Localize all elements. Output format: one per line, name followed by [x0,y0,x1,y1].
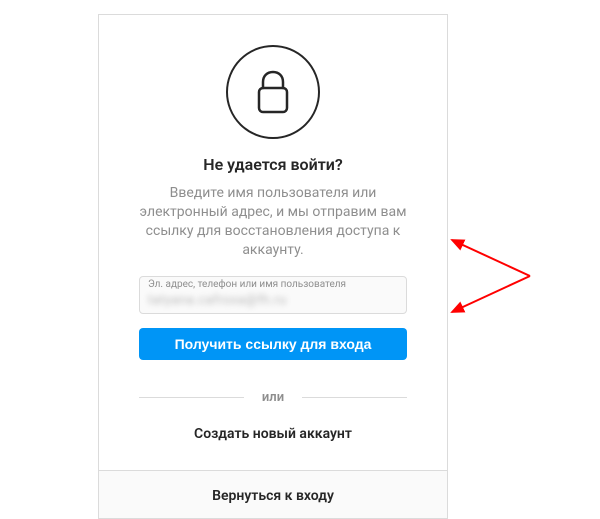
trouble-logging-in-heading: Не удается войти? [139,155,407,174]
instructions-text: Введите имя пользователя или электронный… [139,184,407,260]
create-account-link[interactable]: Создать новый аккаунт [194,426,352,442]
back-to-login-link[interactable]: Вернуться к входу [212,488,334,504]
send-login-link-button[interactable]: Получить ссылку для входа [139,328,407,360]
main-card: Не удается войти? Введите имя пользовате… [98,14,448,471]
lock-icon [226,45,320,139]
lock-icon-wrapper [139,45,407,139]
divider-text: или [244,390,302,405]
lock-svg [253,68,293,116]
divider: или [139,390,407,405]
divider-line-left [139,397,244,398]
login-help-container: Не удается войти? Введите имя пользовате… [98,14,448,519]
divider-line-right [302,397,407,398]
back-card: Вернуться к входу [98,471,448,519]
identifier-input[interactable] [139,276,407,314]
identifier-input-wrapper: Эл. адрес, телефон или имя пользователя … [139,276,407,314]
